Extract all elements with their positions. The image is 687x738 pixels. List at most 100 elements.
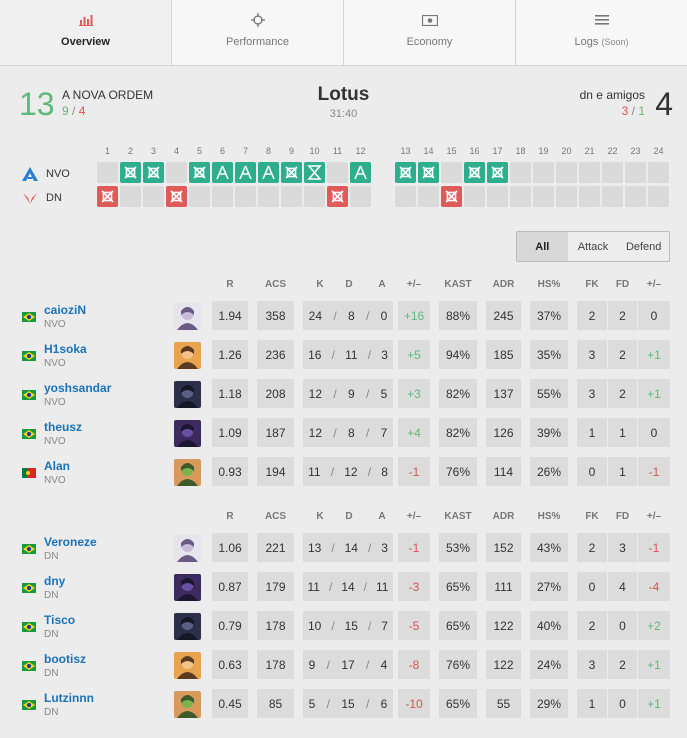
right-team-name[interactable]: dn e amigos xyxy=(580,88,645,102)
round-cell-nvo[interactable] xyxy=(166,162,187,183)
column-header[interactable]: ACS xyxy=(257,511,294,522)
column-header[interactable]: FK xyxy=(577,279,607,290)
round-cell-dn[interactable] xyxy=(212,186,233,207)
round-cell-dn[interactable] xyxy=(464,186,485,207)
player-row: H1soka NVO 1.26 236 16/11/3 +5 94% 185 35% 3 2 +1 xyxy=(0,340,687,379)
round-cell-nvo[interactable] xyxy=(212,162,233,183)
player-name[interactable]: theusz xyxy=(44,420,82,434)
round-cell-dn[interactable] xyxy=(510,186,531,207)
player-name[interactable]: bootisz xyxy=(44,652,86,666)
column-header[interactable]: K xyxy=(310,279,330,290)
round-cell-dn[interactable] xyxy=(350,186,371,207)
round-cell-nvo[interactable] xyxy=(189,162,210,183)
stat-adr: 245 xyxy=(486,301,521,330)
round-cell-nvo[interactable] xyxy=(533,162,554,183)
player-name[interactable]: yoshsandar xyxy=(44,381,111,395)
column-header[interactable]: FD xyxy=(608,279,637,290)
column-header[interactable]: +/– xyxy=(638,279,670,290)
round-cell-dn[interactable] xyxy=(625,186,646,207)
column-header[interactable]: A xyxy=(372,511,392,522)
round-cell-nvo[interactable] xyxy=(418,162,439,183)
stat-hs: 39% xyxy=(530,418,568,447)
column-header[interactable]: FD xyxy=(608,511,637,522)
round-cell-nvo[interactable] xyxy=(510,162,531,183)
round-cell-dn[interactable] xyxy=(166,186,187,207)
round-cell-dn[interactable] xyxy=(418,186,439,207)
round-cell-nvo[interactable] xyxy=(120,162,141,183)
column-header[interactable]: R xyxy=(212,511,248,522)
stat-fd: 1 xyxy=(608,457,637,486)
stat-hs: 24% xyxy=(530,650,568,679)
column-header[interactable]: KAST xyxy=(439,279,477,290)
round-cell-dn[interactable] xyxy=(304,186,325,207)
column-header[interactable]: +/– xyxy=(398,279,430,290)
column-header[interactable]: D xyxy=(339,511,359,522)
column-header[interactable]: D xyxy=(339,279,359,290)
column-header[interactable]: ACS xyxy=(257,279,294,290)
tab-economy[interactable]: Economy xyxy=(344,0,516,65)
round-cell-nvo[interactable] xyxy=(648,162,669,183)
round-cell-dn[interactable] xyxy=(143,186,164,207)
player-name[interactable]: Tisco xyxy=(44,613,75,627)
column-header[interactable]: K xyxy=(310,511,330,522)
round-cell-nvo[interactable] xyxy=(281,162,302,183)
round-cell-dn[interactable] xyxy=(281,186,302,207)
filter-attack[interactable]: Attack xyxy=(568,232,619,261)
round-cell-dn[interactable] xyxy=(395,186,416,207)
player-row: Veroneze DN 1.06 221 13/14/3 -1 53% 152 43% 2 3 -1 xyxy=(0,533,687,572)
round-cell-dn[interactable] xyxy=(556,186,577,207)
round-cell-nvo[interactable] xyxy=(556,162,577,183)
round-cell-dn[interactable] xyxy=(602,186,623,207)
round-cell-nvo[interactable] xyxy=(350,162,371,183)
column-header[interactable]: ADR xyxy=(486,511,521,522)
round-cell-dn[interactable] xyxy=(441,186,462,207)
round-cell-nvo[interactable] xyxy=(395,162,416,183)
tab-logs[interactable]: Logs (Soon) xyxy=(516,0,687,65)
round-cell-nvo[interactable] xyxy=(327,162,348,183)
round-cell-dn[interactable] xyxy=(487,186,508,207)
round-cell-dn[interactable] xyxy=(235,186,256,207)
filter-all[interactable]: All xyxy=(517,232,568,261)
column-header[interactable]: R xyxy=(212,279,248,290)
player-name[interactable]: Veroneze xyxy=(44,535,97,549)
round-cell-nvo[interactable] xyxy=(304,162,325,183)
player-team: DN xyxy=(44,629,59,640)
column-header[interactable]: HS% xyxy=(530,511,568,522)
round-cell-nvo[interactable] xyxy=(258,162,279,183)
player-name[interactable]: H1soka xyxy=(44,342,87,356)
round-cell-nvo[interactable] xyxy=(235,162,256,183)
player-name[interactable]: Alan xyxy=(44,459,70,473)
round-cell-nvo[interactable] xyxy=(579,162,600,183)
round-cell-dn[interactable] xyxy=(533,186,554,207)
round-cell-nvo[interactable] xyxy=(602,162,623,183)
column-header[interactable]: +/– xyxy=(398,511,430,522)
tab-overview[interactable]: Overview xyxy=(0,0,172,65)
round-cell-dn[interactable] xyxy=(579,186,600,207)
round-cell-nvo[interactable] xyxy=(464,162,485,183)
round-number: 16 xyxy=(469,146,480,156)
column-header[interactable]: +/– xyxy=(638,511,670,522)
round-cell-dn[interactable] xyxy=(97,186,118,207)
round-cell-nvo[interactable] xyxy=(143,162,164,183)
round-cell-nvo[interactable] xyxy=(97,162,118,183)
column-header[interactable]: A xyxy=(372,279,392,290)
column-header[interactable]: HS% xyxy=(530,279,568,290)
round-cell-nvo[interactable] xyxy=(487,162,508,183)
round-cell-dn[interactable] xyxy=(189,186,210,207)
round-cell-dn[interactable] xyxy=(327,186,348,207)
round-cell-dn[interactable] xyxy=(648,186,669,207)
tab-performance[interactable]: Performance xyxy=(172,0,344,65)
column-header[interactable]: KAST xyxy=(439,511,477,522)
round-number: 14 xyxy=(423,146,434,156)
stat-r: 0.93 xyxy=(212,457,248,486)
column-header[interactable]: ADR xyxy=(486,279,521,290)
player-name[interactable]: dny xyxy=(44,574,65,588)
player-name[interactable]: caioziN xyxy=(44,303,86,317)
round-cell-dn[interactable] xyxy=(120,186,141,207)
round-cell-dn[interactable] xyxy=(258,186,279,207)
player-name[interactable]: Lutzinnn xyxy=(44,691,94,705)
round-cell-nvo[interactable] xyxy=(625,162,646,183)
column-header[interactable]: FK xyxy=(577,511,607,522)
round-cell-nvo[interactable] xyxy=(441,162,462,183)
filter-defend[interactable]: Defend xyxy=(618,232,669,261)
